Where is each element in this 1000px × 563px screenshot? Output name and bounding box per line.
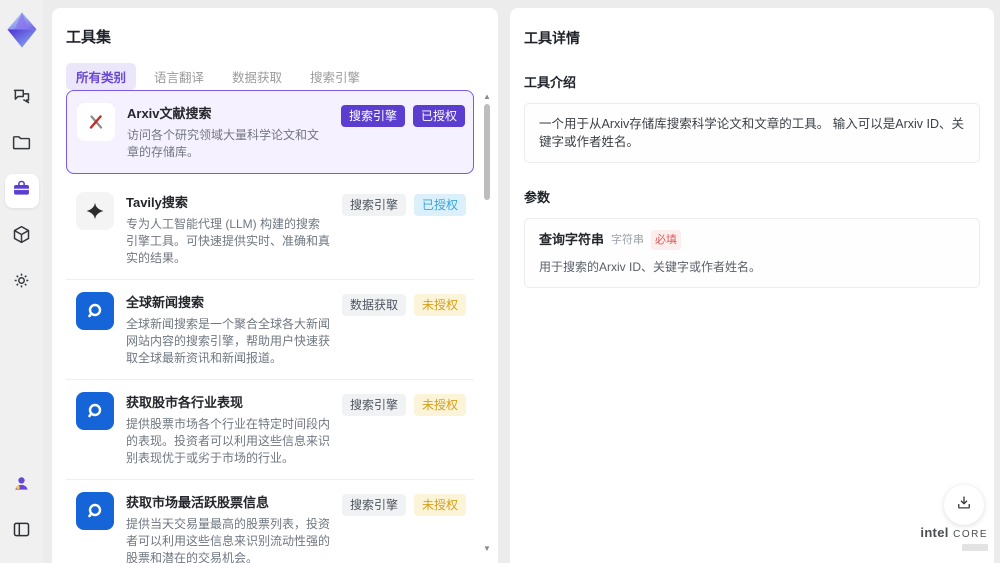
param-card: 查询字符串 字符串 必填 用于搜索的Arxiv ID、关键字或作者姓名。 <box>524 218 980 288</box>
params-heading: 参数 <box>524 190 551 205</box>
panel-toggle-icon <box>11 519 32 545</box>
brand-intel-label: intel <box>920 525 949 540</box>
category-badge: 搜索引擎 <box>341 194 406 216</box>
tool-name: 获取股市各行业表现 <box>126 395 244 410</box>
news-logo-icon <box>76 392 114 430</box>
download-button[interactable] <box>944 485 984 525</box>
status-badge: 已授权 <box>413 194 466 216</box>
app-logo-icon <box>5 10 39 48</box>
tool-card-global-news[interactable]: 全球新闻搜索 全球新闻搜索是一个聚合全球各大新闻网站内容的搜索引擎，帮助用户快速… <box>66 280 474 380</box>
status-badge: 未授权 <box>413 394 466 416</box>
tool-name: Arxiv文献搜索 <box>127 106 212 121</box>
tool-card-tavily[interactable]: Tavily搜索 专为人工智能代理 (LLM) 构建的搜索引擎工具。可快速提供实… <box>66 180 474 280</box>
status-badge: 已授权 <box>412 105 465 127</box>
scrollbar-thumb[interactable] <box>484 104 490 200</box>
tab-translation[interactable]: 语言翻译 <box>144 63 214 90</box>
param-description: 用于搜索的Arxiv ID、关键字或作者姓名。 <box>539 260 762 274</box>
tool-description: 全球新闻搜索是一个聚合全球各大新闻网站内容的搜索引擎，帮助用户快速获取全球最新资… <box>126 317 331 365</box>
intel-core-logo: intel CORE <box>920 525 988 551</box>
brand-ultra-mark <box>962 544 988 551</box>
tool-name: 全球新闻搜索 <box>126 295 205 310</box>
detail-title: 工具详情 <box>524 30 580 46</box>
scroll-up-icon[interactable]: ▲ <box>482 92 492 101</box>
category-badge: 搜索引擎 <box>341 494 406 516</box>
tavily-logo-icon <box>76 192 114 230</box>
intro-text: 一个用于从Arxiv存储库搜索科学论文和文章的工具。 输入可以是Arxiv ID… <box>524 103 980 163</box>
news-logo-icon <box>76 492 114 530</box>
tool-description: 专为人工智能代理 (LLM) 构建的搜索引擎工具。可快速提供实时、准确和真实的结… <box>126 217 331 265</box>
category-badge: 数据获取 <box>341 294 406 316</box>
scrollbar[interactable]: ▲ ▼ <box>482 92 492 553</box>
nav-tools-button[interactable] <box>4 174 39 208</box>
tool-name: 获取市场最活跃股票信息 <box>126 495 270 510</box>
gear-icon <box>11 270 32 296</box>
param-required-badge: 必填 <box>651 230 682 250</box>
category-badge: 搜索引擎 <box>340 105 405 127</box>
scroll-down-icon[interactable]: ▼ <box>482 544 492 553</box>
nav-chat-button[interactable] <box>5 82 39 116</box>
avatar-icon <box>11 473 32 499</box>
page-title: 工具集 <box>66 29 112 46</box>
nav-settings-button[interactable] <box>5 266 39 300</box>
brand-core-label: CORE <box>953 529 988 540</box>
user-avatar[interactable] <box>5 469 39 503</box>
tab-all-categories[interactable]: 所有类别 <box>66 63 137 90</box>
tool-name: Tavily搜索 <box>126 195 188 210</box>
category-badge: 搜索引擎 <box>341 394 406 416</box>
status-badge: 未授权 <box>413 294 466 316</box>
param-type: 字符串 <box>611 234 645 246</box>
tool-description: 访问各个研究领域大量科学论文和文章的存储库。 <box>127 128 320 159</box>
cube-icon <box>11 224 32 250</box>
tool-description: 提供当天交易量最高的股票列表，投资者可以利用这些信息来识别流动性强的股票和潜在的… <box>126 517 331 563</box>
toolset-panel: 工具集 所有类别 语言翻译 数据获取 搜索引擎 Arxiv文献搜索 访问各个研究… <box>52 8 498 563</box>
sidebar <box>0 0 43 563</box>
collapse-panel-button[interactable] <box>5 515 39 549</box>
tool-card-active-stocks[interactable]: 获取市场最活跃股票信息 提供当天交易量最高的股票列表，投资者可以利用这些信息来识… <box>66 480 474 563</box>
param-name: 查询字符串 <box>539 232 605 247</box>
tool-card-sector-performance[interactable]: 获取股市各行业表现 提供股票市场各个行业在特定时间段内的表现。投资者可以利用这些… <box>66 380 474 480</box>
tab-search-engine[interactable]: 搜索引擎 <box>300 63 370 90</box>
nav-models-button[interactable] <box>5 220 39 254</box>
tool-detail-panel: 工具详情 工具介绍 一个用于从Arxiv存储库搜索科学论文和文章的工具。 输入可… <box>510 8 994 563</box>
tool-list: Arxiv文献搜索 访问各个研究领域大量科学论文和文章的存储库。 搜索引擎 已授… <box>66 90 474 563</box>
tool-description: 提供股票市场各个行业在特定时间段内的表现。投资者可以利用这些信息来识别表现优于或… <box>126 417 331 465</box>
arxiv-logo-icon <box>77 103 115 141</box>
nav-files-button[interactable] <box>5 128 39 162</box>
chat-icon <box>11 86 32 112</box>
intro-heading: 工具介绍 <box>524 75 577 90</box>
briefcase-icon <box>11 178 32 204</box>
folder-icon <box>11 132 32 158</box>
status-badge: 未授权 <box>413 494 466 516</box>
tool-card-arxiv[interactable]: Arxiv文献搜索 访问各个研究领域大量科学论文和文章的存储库。 搜索引擎 已授… <box>66 90 474 174</box>
news-logo-icon <box>76 292 114 330</box>
tab-data-fetch[interactable]: 数据获取 <box>222 63 292 90</box>
download-icon <box>955 494 973 517</box>
